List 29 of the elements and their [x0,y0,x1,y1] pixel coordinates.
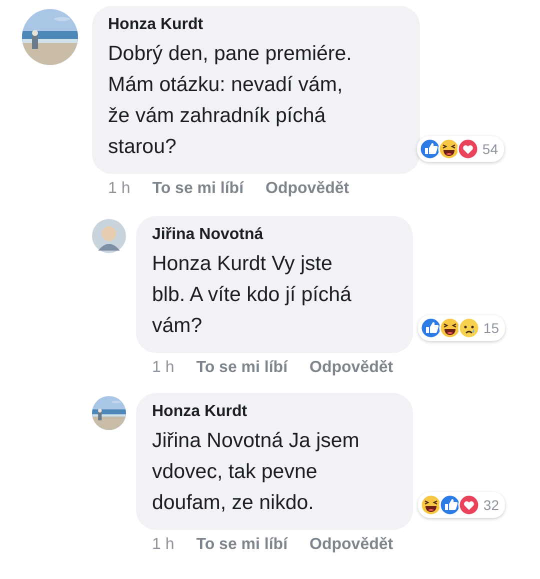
like-icon [439,494,462,516]
laughing-face-icon [420,494,442,516]
reaction-count: 32 [483,497,499,513]
like-icon [420,317,442,339]
like-icon [419,138,442,160]
like-link[interactable]: To se mi líbí [152,180,244,198]
timestamp[interactable]: 1 h [152,359,174,377]
laughing-face-icon [439,317,462,339]
reaction-count: 54 [482,141,498,157]
author-name[interactable]: Jiřina Novotná [152,226,264,244]
reply-link[interactable]: Odpovědět [310,536,394,554]
timestamp[interactable]: 1 h [108,180,130,198]
comment-text: Jiřina Novotná Ja jsem vdovec, tak pevne doufam, ze nikdo. [152,428,360,516]
author-name[interactable]: Honza Kurdt [108,16,204,34]
like-link[interactable]: To se mi líbí [196,359,288,377]
avatar [92,219,126,253]
timestamp[interactable]: 1 h [152,536,174,554]
like-link[interactable]: To se mi líbí [196,536,288,554]
author-name[interactable]: Honza Kurdt [152,403,248,421]
reaction-count: 15 [483,320,499,336]
comment-text: Honza Kurdt Vy jste blb. A víte kdo jí píchá vám? [152,251,352,339]
comment-text: Dobrý den, pane premiére. Mám otázku: nevadí vám, že vám zahradník píchá starou? [108,41,352,160]
reaction-summary[interactable]: 32 [418,492,505,518]
reaction-summary[interactable]: 15 [418,315,505,341]
sad-face-icon [458,317,480,339]
reply-link[interactable]: Odpovědět [266,180,350,198]
laughing-face-icon [438,138,460,160]
reply-link[interactable]: Odpovědět [310,359,394,377]
reaction-summary[interactable]: 54 [417,136,504,162]
